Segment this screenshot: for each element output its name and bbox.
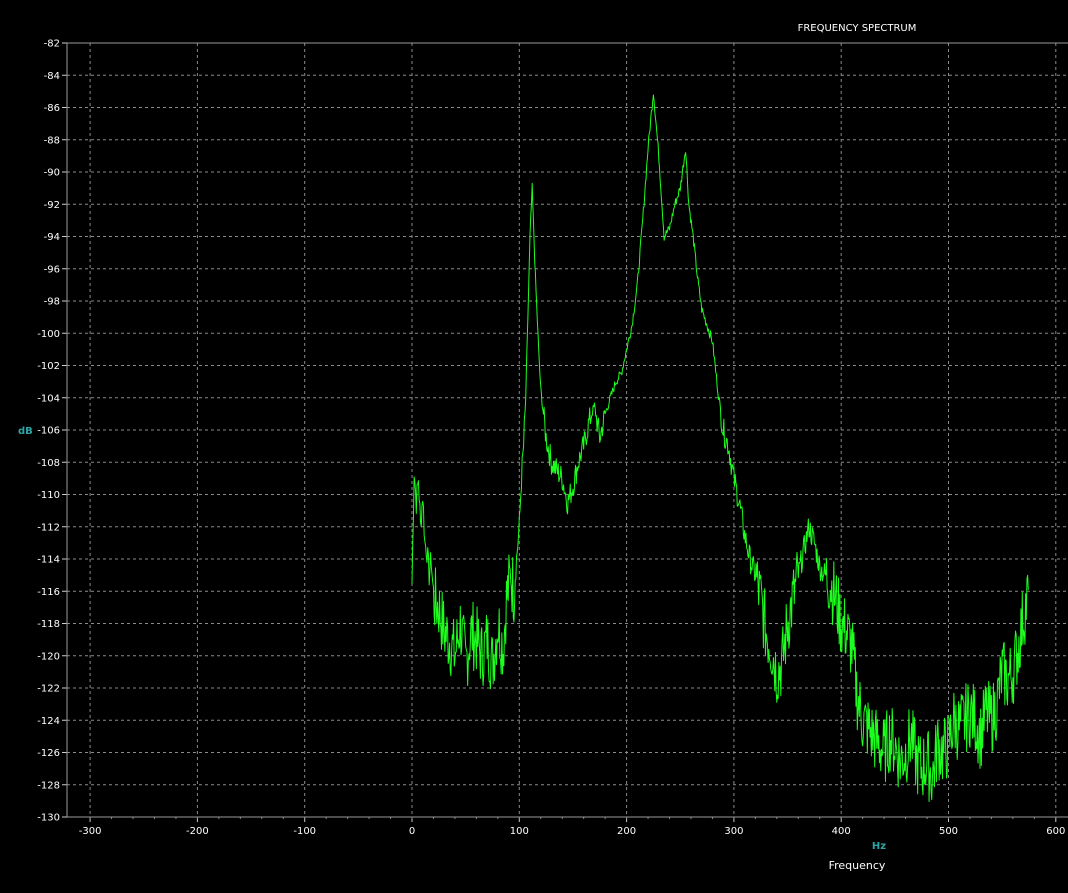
x-tick-label: 0 (409, 826, 415, 837)
y-tick-label: -120 (37, 651, 60, 662)
y-tick-label: -128 (37, 780, 60, 791)
y-tick-label: -88 (44, 135, 60, 146)
y-tick-label: -96 (44, 264, 60, 275)
x-tick-label: 400 (832, 826, 851, 837)
y-tick-label: -106 (37, 426, 60, 437)
y-tick-label: -94 (44, 232, 60, 243)
x-tick-label: 500 (939, 826, 958, 837)
spectrum-chart: -300 -200 -100 0 100 200 300 400 500 600 -82 -84 -86… (0, 0, 1068, 893)
y-tick-label: -104 (37, 393, 60, 404)
chart-title: FREQUENCY SPECTRUM (798, 23, 917, 34)
x-tick-label: -300 (79, 826, 102, 837)
y-tick-label: -112 (37, 522, 60, 533)
y-tick-label: -100 (37, 329, 60, 340)
y-tick-label: -90 (44, 168, 60, 179)
y-tick-label: -122 (37, 684, 60, 695)
y-tick-label: -98 (44, 297, 60, 308)
x-tick-label: 600 (1046, 826, 1065, 837)
y-tick-label: -110 (37, 490, 60, 501)
x-axis-label: Frequency (829, 859, 886, 872)
y-tick-label: -108 (37, 458, 60, 469)
x-tick-label: 200 (617, 826, 636, 837)
x-axis-unit-label: Hz (872, 841, 886, 852)
y-tick-label: -124 (37, 716, 60, 727)
y-tick-label: -118 (37, 619, 60, 630)
y-tick-label: -130 (37, 813, 60, 824)
y-tick-label: -116 (37, 587, 60, 598)
y-tick-label: -86 (44, 103, 60, 114)
x-tick-label: 300 (724, 826, 743, 837)
x-tick-label: 100 (510, 826, 529, 837)
y-tick-label: -126 (37, 748, 60, 759)
x-tick-label: -200 (186, 826, 209, 837)
y-tick-label: -92 (44, 200, 60, 211)
y-tick-label: -82 (44, 39, 60, 50)
x-tick-label: -100 (293, 826, 316, 837)
y-tick-label: -84 (44, 71, 60, 82)
y-axis-label: dB (18, 426, 33, 437)
y-tick-label: -102 (37, 361, 60, 372)
y-tick-label: -114 (37, 555, 60, 566)
